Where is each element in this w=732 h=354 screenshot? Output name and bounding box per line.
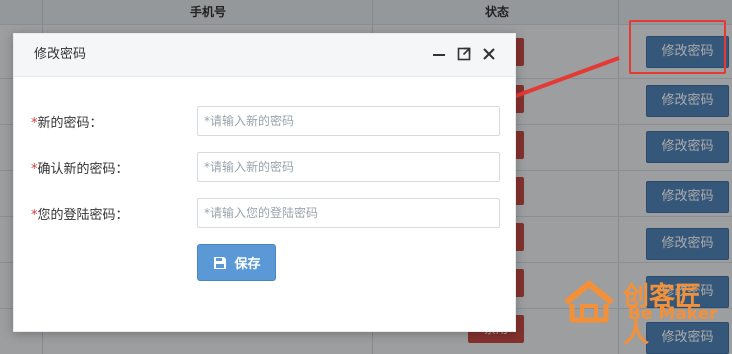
login-password-field[interactable] — [197, 198, 500, 228]
login-password-label-text: 您的登陆密码： — [37, 208, 129, 223]
modal-header: 修改密码 — [14, 34, 515, 77]
new-password-label-text: 新的密码： — [37, 116, 103, 131]
confirm-password-label-text: 确认新的密码： — [37, 162, 129, 177]
confirm-password-label: *确认新的密码： — [31, 158, 129, 177]
annotation-highlight-box — [629, 20, 726, 74]
house-logo-icon — [564, 280, 614, 323]
confirm-password-input[interactable] — [198, 153, 499, 181]
login-password-label: *您的登陆密码： — [31, 204, 129, 223]
maximize-icon[interactable] — [455, 45, 473, 63]
watermark: 创客匠人 Be Maker — [560, 276, 726, 349]
change-password-modal: 修改密码 *新的密码： *确认新的密码： *您的登陆密码： — [13, 33, 516, 332]
new-password-input[interactable] — [198, 107, 499, 135]
modal-title: 修改密码 — [34, 47, 87, 62]
save-button-label: 保存 — [234, 257, 261, 272]
save-icon — [214, 256, 227, 269]
confirm-password-field[interactable] — [197, 152, 500, 182]
new-password-label: *新的密码： — [31, 112, 103, 131]
login-password-input[interactable] — [198, 199, 499, 227]
save-button[interactable]: 保存 — [197, 244, 276, 281]
new-password-field[interactable] — [197, 106, 500, 136]
minimize-icon[interactable] — [430, 45, 448, 63]
close-icon[interactable] — [480, 45, 498, 63]
watermark-en: Be Maker — [628, 304, 718, 324]
